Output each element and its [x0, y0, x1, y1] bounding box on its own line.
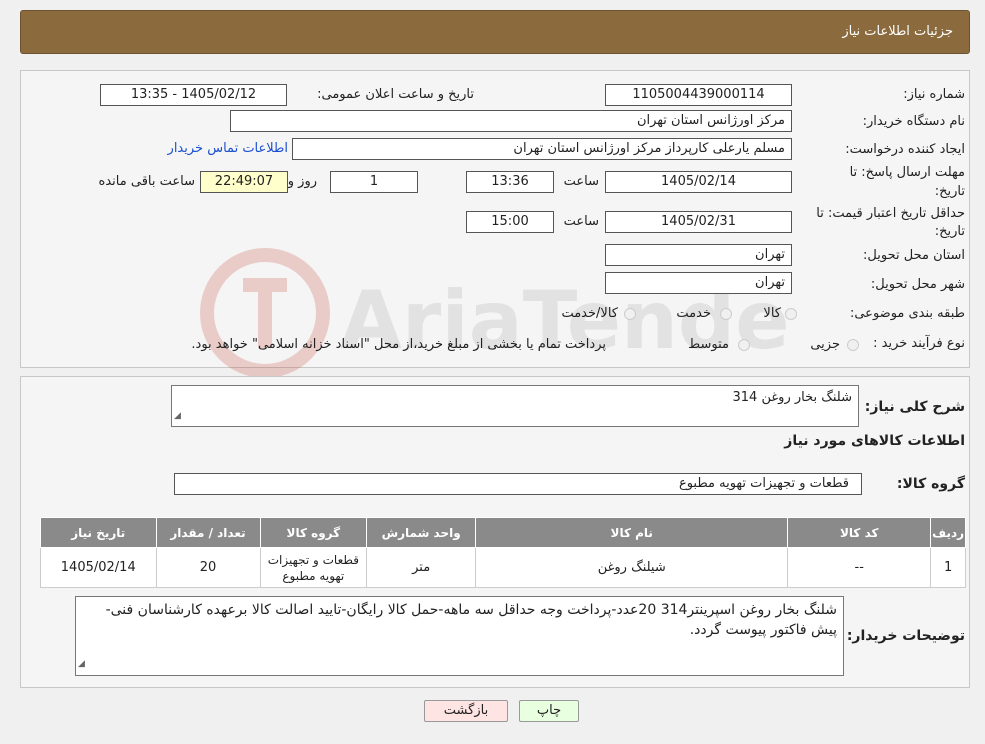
announce-field: 1405/02/12 - 13:35 [100, 84, 287, 106]
category-label: طبقه بندی موضوعی: [849, 306, 965, 321]
resize-handle-icon[interactable]: ◢ [78, 654, 85, 674]
category-option-both: کالا/خدمت [561, 306, 618, 321]
cell-row: 1 [930, 547, 966, 588]
notes-field: شلنگ بخار روغن اسپرینتر314 20عدد-پرداخت … [75, 596, 844, 676]
days-field: 1 [330, 171, 418, 193]
process-option-minor: جزیی [810, 337, 840, 352]
print-button[interactable]: چاپ [519, 700, 579, 722]
province-field: تهران [605, 244, 792, 266]
resize-handle-icon[interactable]: ◢ [174, 407, 181, 425]
notes-label: توضیحات خریدار: [846, 628, 965, 644]
process-option-medium: متوسط [688, 337, 729, 352]
deadline-time-label: ساعت [563, 174, 599, 189]
col-row: ردیف [930, 517, 966, 548]
cell-date: 1405/02/14 [40, 547, 157, 588]
group-label: گروه کالا: [896, 476, 965, 492]
deadline-label-1: مهلت ارسال پاسخ: تا [849, 165, 965, 180]
summary-label: شرح کلی نیاز: [864, 399, 965, 415]
page-header: جزئیات اطلاعات نیاز [20, 10, 970, 54]
process-label: نوع فرآیند خرید : [873, 336, 965, 351]
remaining-time-field: 22:49:07 [200, 171, 288, 193]
province-label: استان محل تحویل: [863, 248, 965, 263]
deadline-time-field: 13:36 [466, 171, 554, 193]
col-name: نام کالا [475, 517, 789, 548]
city-label: شهر محل تحویل: [870, 277, 965, 292]
deadline-date-field: 1405/02/14 [605, 171, 792, 193]
process-radio-medium[interactable] [738, 339, 750, 351]
category-radio-goods[interactable] [785, 308, 797, 320]
col-unit: واحد شمارش [366, 517, 477, 548]
back-button[interactable]: بازگشت [424, 700, 508, 722]
buyer-org-field: مرکز اورژانس استان تهران [230, 110, 792, 132]
buyer-contact-link[interactable]: اطلاعات تماس خریدار [168, 141, 288, 156]
table-row: 1 -- شیلنگ روغن متر قطعات و تجهیزات تهوی… [40, 547, 966, 588]
col-code: کد کالا [787, 517, 932, 548]
validity-label-2: تاریخ: [934, 224, 965, 239]
cell-group: قطعات و تجهیزات تهویه مطبوع [259, 547, 368, 588]
group-field: قطعات و تجهیزات تهویه مطبوع [174, 473, 862, 495]
cell-name: شیلنگ روغن [475, 547, 789, 588]
cell-qty: 20 [155, 547, 261, 588]
summary-field: شلنگ بخار روغن 314 ◢ [171, 385, 859, 427]
validity-label-1: حداقل تاریخ اعتبار قیمت: تا [816, 206, 965, 221]
process-note: پرداخت تمام یا بخشی از مبلغ خرید،از محل … [191, 337, 606, 352]
category-option-service: خدمت [676, 306, 711, 321]
validity-time-field: 15:00 [466, 211, 554, 233]
col-qty: تعداد / مقدار [155, 517, 261, 548]
announce-label: تاریخ و ساعت اعلان عمومی: [317, 87, 474, 102]
col-date: تاریخ نیاز [40, 517, 157, 548]
page-title: جزئیات اطلاعات نیاز [842, 24, 953, 39]
city-field: تهران [605, 272, 792, 294]
deadline-label-2: تاریخ: [934, 184, 965, 199]
validity-date-field: 1405/02/31 [605, 211, 792, 233]
buyer-org-label: نام دستگاه خریدار: [862, 114, 965, 129]
creator-label: ایجاد کننده درخواست: [845, 142, 965, 157]
days-label: روز و [287, 174, 317, 189]
category-radio-both[interactable] [624, 308, 636, 320]
col-group: گروه کالا [259, 517, 368, 548]
need-number-label: شماره نیاز: [903, 87, 965, 102]
cell-code: -- [787, 547, 932, 588]
creator-field: مسلم یارعلی کارپرداز مرکز اورژانس استان … [292, 138, 792, 160]
process-radio-minor[interactable] [847, 339, 859, 351]
summary-text: شلنگ بخار روغن 314 [732, 390, 852, 405]
cell-unit: متر [366, 547, 477, 588]
items-table: ردیف کد کالا نام کالا واحد شمارش گروه کا… [40, 517, 966, 588]
validity-time-label: ساعت [563, 214, 599, 229]
items-heading: اطلاعات کالاهای مورد نیاز [784, 433, 965, 449]
category-radio-service[interactable] [720, 308, 732, 320]
notes-text: شلنگ بخار روغن اسپرینتر314 20عدد-پرداخت … [105, 602, 837, 638]
remaining-label: ساعت باقی مانده [98, 174, 195, 189]
need-number-field: 1105004439000114 [605, 84, 792, 106]
category-option-goods: کالا [763, 306, 781, 321]
